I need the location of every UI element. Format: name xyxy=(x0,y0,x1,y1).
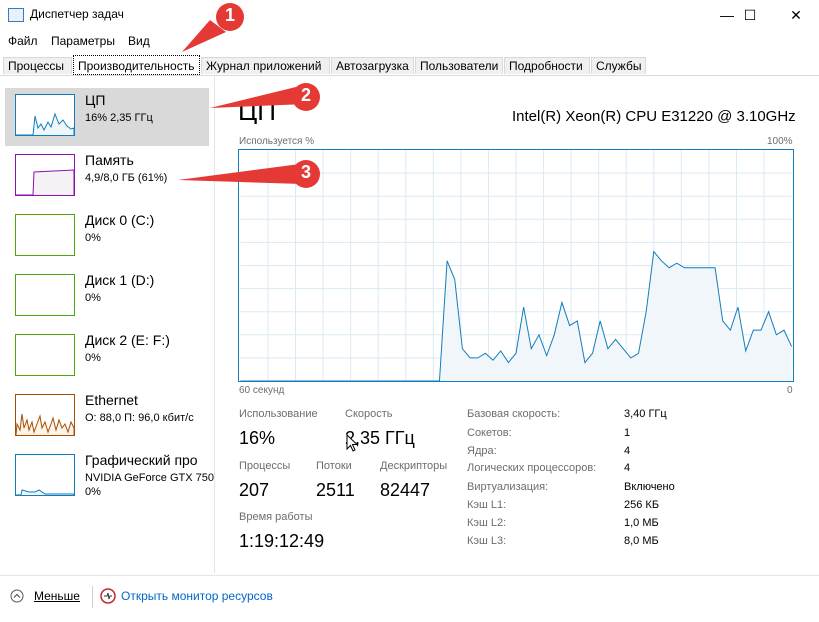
graph-y-label: Используется % xyxy=(239,136,315,147)
tab-performance[interactable]: Производительность xyxy=(73,55,200,75)
footer-bar: Меньше Открыть монитор ресурсов xyxy=(0,575,819,622)
memory-thumbnail-graph xyxy=(15,154,75,196)
tab-services[interactable]: Службы xyxy=(591,57,646,74)
cpu-model-name: Intel(R) Xeon(R) CPU E31220 @ 3.10GHz xyxy=(512,108,796,125)
sidebar-item-cpu[interactable]: ЦП 16% 2,35 ГГц xyxy=(5,88,209,146)
annotation-number: 2 xyxy=(300,85,311,105)
cpu-thumbnail-graph xyxy=(15,94,75,136)
tab-users[interactable]: Пользователи xyxy=(415,57,503,74)
processes-value: 207 xyxy=(239,480,270,500)
detail-value: Включено xyxy=(624,481,675,493)
detail-value: 1,0 МБ xyxy=(624,517,659,529)
detail-label: Логических процессоров: xyxy=(467,462,597,474)
annotation-number: 3 xyxy=(300,162,311,182)
mouse-cursor-icon xyxy=(346,434,358,452)
threads-label: Потоки xyxy=(316,460,352,472)
detail-value: 1 xyxy=(624,427,631,439)
open-resource-monitor-link[interactable]: Открыть монитор ресурсов xyxy=(121,589,273,603)
sidebar-item-memory[interactable]: Память 4,9/8,0 ГБ (61%) xyxy=(5,148,209,206)
detail-label: Кэш L1: xyxy=(467,499,507,511)
sidebar-item-label: Диск 2 (E: F:) xyxy=(85,332,170,348)
sidebar-item-label: Графический про xyxy=(85,452,198,468)
detail-value: 4 xyxy=(624,462,631,474)
handles-value: 82447 xyxy=(380,480,431,500)
sidebar-item-disk1[interactable]: Диск 1 (D:) 0% xyxy=(5,268,209,326)
detail-label: Кэш L2: xyxy=(467,517,507,529)
tab-startup[interactable]: Автозагрузка xyxy=(331,57,414,74)
disk1-thumbnail-graph xyxy=(15,274,75,316)
detail-value: 256 КБ xyxy=(624,499,660,511)
sidebar-item-value: NVIDIA GeForce GTX 750 xyxy=(85,472,214,484)
utilization-value: 16% xyxy=(239,428,276,448)
fewer-details-link[interactable]: Меньше xyxy=(34,589,80,603)
sidebar-item-label: Диск 1 (D:) xyxy=(85,272,155,288)
menu-options[interactable]: Параметры xyxy=(51,34,115,48)
annotation-number: 1 xyxy=(224,5,235,25)
speed-label: Скорость xyxy=(345,408,393,420)
detail-label: Виртуализация: xyxy=(467,481,549,493)
utilization-label: Использование xyxy=(239,408,318,420)
sidebar-item-disk2[interactable]: Диск 2 (E: F:) 0% xyxy=(5,328,209,386)
menu-bar: Файл Параметры Вид xyxy=(0,31,819,51)
sidebar-item-ethernet[interactable]: Ethernet О: 88,0 П: 96,0 кбит/с xyxy=(5,388,209,446)
sidebar-item-value-secondary: 0% xyxy=(85,486,101,498)
chevron-up-icon[interactable] xyxy=(10,589,24,603)
handles-label: Дескрипторы xyxy=(380,460,448,472)
graph-x-min-label: 0 xyxy=(787,385,793,396)
sidebar-item-value: О: 88,0 П: 96,0 кбит/с xyxy=(85,412,194,424)
disk0-thumbnail-graph xyxy=(15,214,75,256)
sidebar-item-value: 0% xyxy=(85,352,101,364)
tab-app-history[interactable]: Журнал приложений xyxy=(201,57,330,74)
uptime-value: 1:19:12:49 xyxy=(239,531,325,551)
detail-label: Ядра: xyxy=(467,445,497,457)
tab-details[interactable]: Подробности xyxy=(504,57,590,74)
sidebar-item-label: Диск 0 (C:) xyxy=(85,212,155,228)
sidebar-item-disk0[interactable]: Диск 0 (C:) 0% xyxy=(5,208,209,266)
sidebar-item-label: Ethernet xyxy=(85,392,138,408)
gpu-thumbnail-graph xyxy=(15,454,75,496)
detail-value: 8,0 МБ xyxy=(624,535,659,547)
tab-processes[interactable]: Процессы xyxy=(3,57,72,74)
processes-label: Процессы xyxy=(239,460,291,472)
menu-file[interactable]: Файл xyxy=(8,34,38,48)
graph-x-label: 60 секунд xyxy=(239,385,285,396)
disk2-thumbnail-graph xyxy=(15,334,75,376)
detail-label: Сокетов: xyxy=(467,427,512,439)
ethernet-thumbnail-graph xyxy=(15,394,75,436)
footer-divider xyxy=(92,586,93,608)
threads-value: 2511 xyxy=(316,480,355,500)
close-button[interactable]: ✕ xyxy=(773,0,819,30)
uptime-label: Время работы xyxy=(239,511,313,523)
resource-sidebar: ЦП 16% 2,35 ГГц Память 4,9/8,0 ГБ (61%) … xyxy=(0,76,215,573)
window-title: Диспетчер задач xyxy=(30,7,124,21)
detail-label: Кэш L3: xyxy=(467,535,507,547)
sidebar-item-value: 16% 2,35 ГГц xyxy=(85,112,153,124)
detail-value: 4 xyxy=(624,445,631,457)
detail-label: Базовая скорость: xyxy=(467,408,561,420)
graph-y-max-label: 100% xyxy=(767,136,793,147)
page-title: ЦП xyxy=(238,96,276,124)
sidebar-item-gpu[interactable]: Графический про NVIDIA GeForce GTX 750 0… xyxy=(5,448,214,506)
menu-view[interactable]: Вид xyxy=(128,34,150,48)
maximize-button[interactable]: ☐ xyxy=(727,0,773,30)
title-bar: Диспетчер задач — ☐ ✕ xyxy=(0,0,819,30)
detail-value: 3,40 ГГц xyxy=(624,408,667,420)
sidebar-item-label: ЦП xyxy=(85,92,106,108)
cpu-usage-graph xyxy=(238,149,794,382)
resource-monitor-icon xyxy=(100,588,116,604)
sidebar-item-value: 4,9/8,0 ГБ (61%) xyxy=(85,172,168,184)
sidebar-item-value: 0% xyxy=(85,232,101,244)
sidebar-item-label: Память xyxy=(85,152,134,168)
task-manager-icon xyxy=(8,8,24,22)
tab-strip: Процессы Производительность Журнал прило… xyxy=(0,55,819,76)
sidebar-item-value: 0% xyxy=(85,292,101,304)
